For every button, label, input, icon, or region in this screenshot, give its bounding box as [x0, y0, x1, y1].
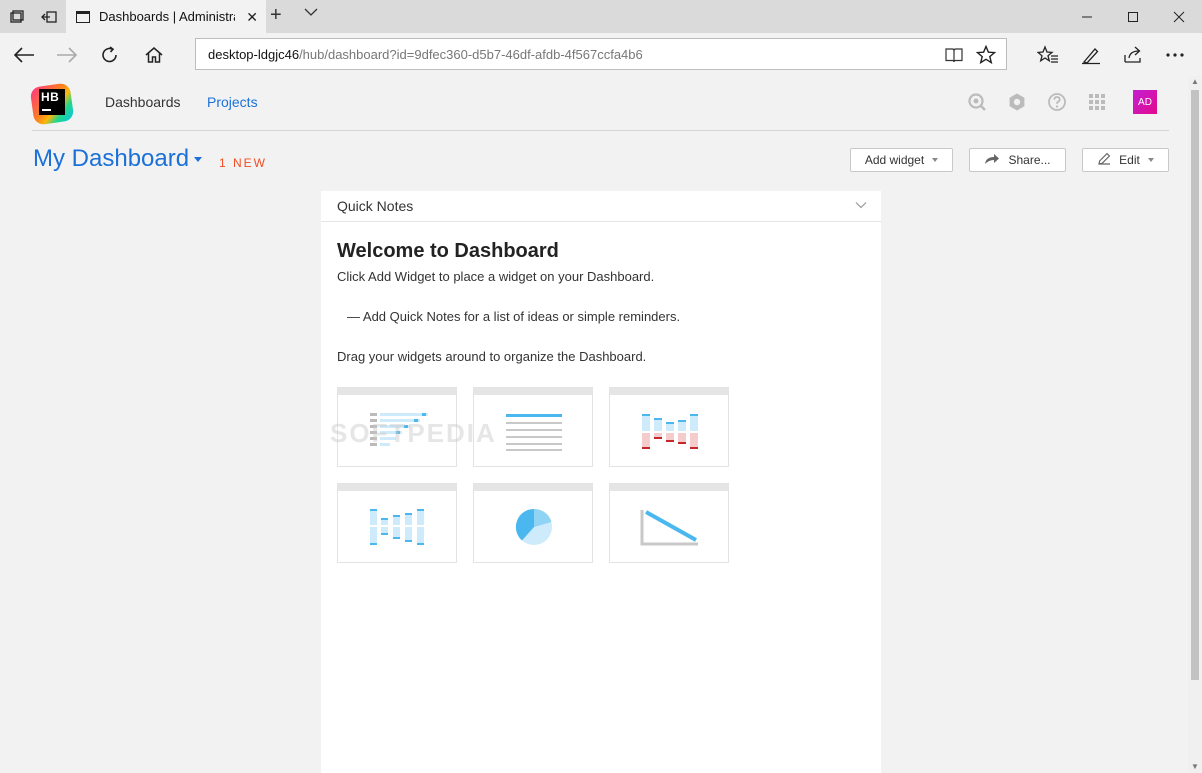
settings-gear-icon[interactable]	[1007, 92, 1027, 112]
share-page-icon[interactable]	[1114, 37, 1152, 73]
scroll-up-arrow-icon[interactable]: ▲	[1188, 76, 1202, 88]
nav-projects-link[interactable]: Projects	[207, 94, 258, 110]
set-tabs-aside-icon[interactable]	[32, 0, 66, 33]
add-widget-caret-icon	[932, 158, 939, 162]
browser-tab-active[interactable]: Dashboards | Administra ✕	[66, 0, 266, 33]
page-icon	[76, 10, 90, 23]
widget-preview-diverging-bars-icon	[609, 387, 729, 467]
favorites-hub-icon[interactable]	[1029, 37, 1067, 73]
new-tab-icon[interactable]: +	[270, 4, 282, 27]
page-scrollbar[interactable]: ▲ ▼	[1188, 76, 1202, 773]
more-actions-icon[interactable]	[1156, 37, 1194, 73]
quick-notes-widget: Quick Notes Welcome to Dashboard Click A…	[321, 191, 881, 773]
share-button[interactable]: Share...	[969, 148, 1066, 172]
browser-address-bar: desktop-ldgjc46/hub/dashboard?id=9dfec36…	[0, 33, 1202, 76]
widget-preview-bar-chart-icon	[337, 483, 457, 563]
logo-text: HB	[41, 90, 60, 104]
refresh-icon[interactable]	[90, 37, 130, 73]
url-host: desktop-ldgjc46	[208, 46, 300, 62]
instruction-quick-notes: — Add Quick Notes for a list of ideas or…	[347, 309, 681, 324]
url-path: /hub/dashboard?id=9dfec360-d5b7-46df-afd…	[299, 46, 643, 62]
pencil-icon	[1097, 152, 1111, 169]
search-icon[interactable]	[967, 92, 987, 112]
close-tab-icon[interactable]: ✕	[246, 9, 258, 26]
instruction-drag-widgets: Drag your widgets around to organize the…	[337, 349, 647, 364]
share-label: Share...	[1008, 153, 1051, 167]
add-widget-label: Add widget	[864, 153, 925, 167]
logo-underscore	[42, 109, 51, 111]
tab-actions-icon[interactable]	[0, 0, 34, 33]
dashboard-dropdown-caret-icon[interactable]	[194, 157, 202, 162]
hub-logo[interactable]: HB	[29, 82, 75, 126]
edit-label: Edit	[1119, 153, 1140, 167]
softpedia-watermark: SOFTPEDIA	[330, 418, 497, 448]
home-icon[interactable]	[134, 37, 174, 73]
services-grid-icon[interactable]	[1087, 92, 1107, 112]
nav-dashboards-link[interactable]: Dashboards	[105, 94, 181, 110]
tab-preview-chevron-icon[interactable]	[304, 6, 318, 20]
web-note-icon[interactable]	[1072, 37, 1110, 73]
favorite-star-icon[interactable]	[975, 43, 997, 70]
instruction-add-widget: Click Add Widget to place a widget on yo…	[337, 269, 655, 284]
browser-tab-bar: Dashboards | Administra ✕ +	[0, 0, 1202, 33]
scroll-down-arrow-icon[interactable]: ▼	[1188, 761, 1202, 773]
widget-title: Quick Notes	[337, 198, 414, 214]
dashboard-title[interactable]: My Dashboard	[33, 145, 189, 173]
edit-button[interactable]: Edit	[1082, 148, 1169, 172]
tab-title: Dashboards | Administra	[99, 9, 235, 24]
share-arrow-icon	[984, 152, 1000, 168]
widget-preview-line-chart-icon	[609, 483, 729, 563]
header-divider	[32, 130, 1169, 131]
forward-icon[interactable]	[47, 37, 87, 73]
close-window-icon[interactable]	[1156, 0, 1202, 33]
edit-caret-icon	[1147, 158, 1154, 162]
welcome-heading: Welcome to Dashboard	[337, 240, 559, 262]
help-icon[interactable]	[1047, 92, 1067, 112]
new-dashboards-badge[interactable]: 1 NEW	[219, 156, 267, 170]
minimize-window-icon[interactable]	[1064, 0, 1110, 33]
widget-header[interactable]: Quick Notes	[321, 191, 881, 222]
widget-preview-pie-chart-icon	[473, 483, 593, 563]
back-icon[interactable]	[4, 37, 44, 73]
add-widget-button[interactable]: Add widget	[850, 148, 953, 172]
maximize-window-icon[interactable]	[1110, 0, 1156, 33]
widget-collapse-chevron-icon[interactable]	[855, 198, 867, 212]
user-avatar[interactable]: AD	[1133, 90, 1157, 114]
scrollbar-thumb[interactable]	[1191, 90, 1199, 680]
reading-view-icon[interactable]	[944, 43, 964, 70]
url-input[interactable]: desktop-ldgjc46/hub/dashboard?id=9dfec36…	[195, 38, 1007, 70]
